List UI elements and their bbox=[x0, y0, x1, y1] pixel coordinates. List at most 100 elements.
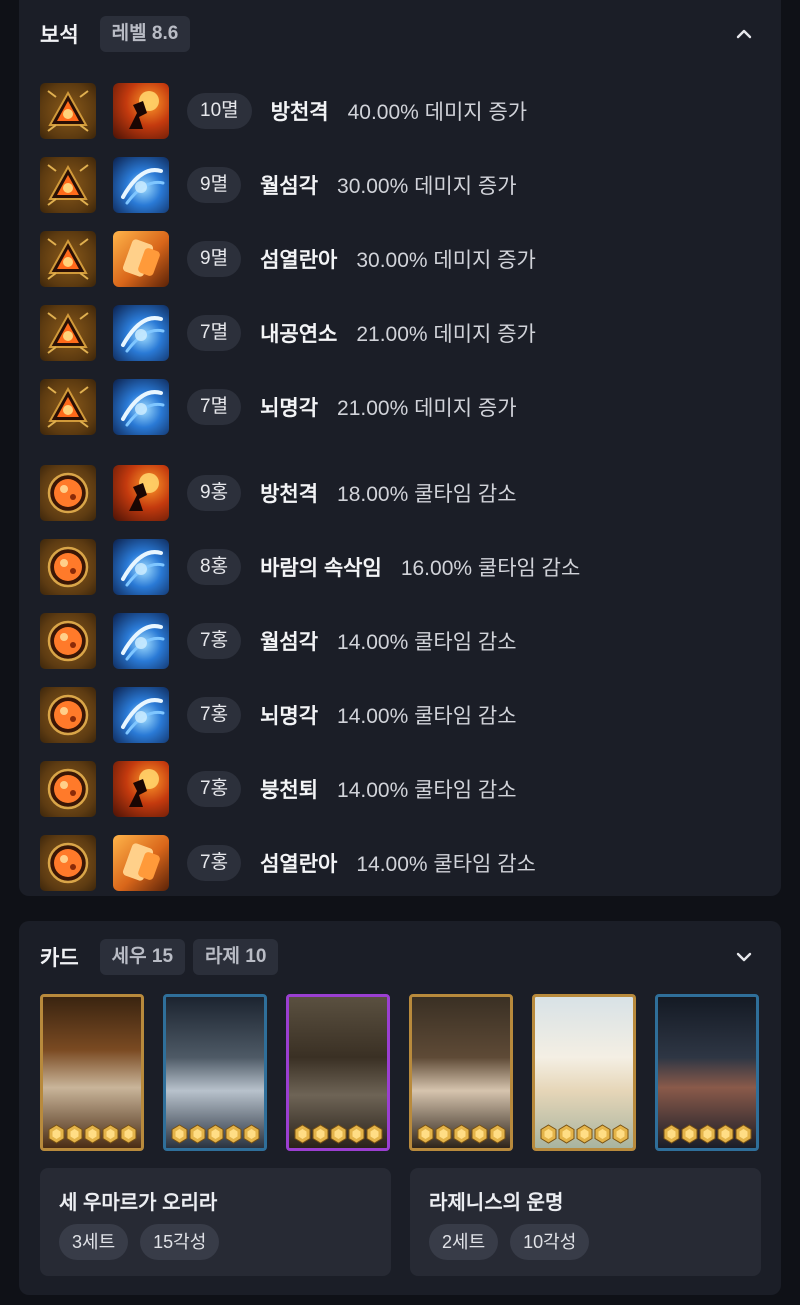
gem-icon bbox=[40, 231, 96, 287]
awakening-star-icon bbox=[243, 1124, 260, 1144]
fire-strike-skill-icon bbox=[113, 465, 169, 521]
gem-row[interactable]: 9멸 월섬각 30.00% 데미지 증가 bbox=[40, 157, 517, 213]
gem-level-badge: 7홍 bbox=[187, 771, 242, 807]
gem-effect: 30.00% 데미지 증가 bbox=[356, 249, 536, 272]
awakening-stars bbox=[535, 1124, 633, 1144]
awakening-tag: 10각성 bbox=[510, 1224, 590, 1260]
orange-fist-skill-icon bbox=[113, 231, 169, 287]
cards-title: 카드 bbox=[40, 947, 79, 970]
blue-lightning-skill-icon bbox=[113, 379, 169, 435]
gem-effect: 30.00% 데미지 증가 bbox=[337, 175, 517, 198]
chevron-down-icon[interactable] bbox=[732, 945, 756, 969]
card-set-chip: 세우 15 bbox=[99, 939, 186, 975]
card-set-tags: 2세트 10각성 bbox=[429, 1224, 590, 1260]
gem-row[interactable]: 8홍 바람의 속삭임 16.00% 쿨타임 감소 bbox=[40, 539, 580, 595]
awakening-star-icon bbox=[48, 1124, 65, 1144]
gem-effect: 14.00% 쿨타임 감소 bbox=[337, 631, 517, 654]
gem-effect: 40.00% 데미지 증가 bbox=[347, 101, 528, 124]
skill-name: 붕천퇴 bbox=[260, 779, 319, 802]
gem-row[interactable]: 7홍 월섬각 14.00% 쿨타임 감소 bbox=[40, 613, 517, 669]
gem-level-badge: 9멸 bbox=[187, 167, 242, 203]
awakening-star-icon bbox=[330, 1124, 347, 1144]
awakening-star-icon bbox=[171, 1124, 188, 1144]
gems-panel: 보석 레벨 8.6 10멸 방천격 40.00% 데미지 증가 9멸 월섬각 30.00%… bbox=[19, 0, 781, 896]
gem-row[interactable]: 9홍 방천격 18.00% 쿨타임 감소 bbox=[40, 465, 517, 521]
awakening-star-icon bbox=[699, 1124, 716, 1144]
gem-icon bbox=[40, 83, 96, 139]
awakening-star-icon bbox=[558, 1124, 575, 1144]
gem-effect: 14.00% 쿨타임 감소 bbox=[337, 779, 517, 802]
awakening-stars bbox=[289, 1124, 387, 1144]
awakening-star-icon bbox=[189, 1124, 206, 1144]
skill-name: 바람의 속삭임 bbox=[260, 557, 382, 580]
gem-effect: 21.00% 데미지 증가 bbox=[356, 323, 536, 346]
blue-crescent-skill-icon bbox=[113, 613, 169, 669]
gem-row[interactable]: 7홍 붕천퇴 14.00% 쿨타임 감소 bbox=[40, 761, 517, 817]
awakening-star-icon bbox=[735, 1124, 752, 1144]
gem-effect: 14.00% 쿨타임 감소 bbox=[337, 705, 517, 728]
skill-name: 방천격 bbox=[270, 101, 329, 124]
gem-level-badge: 9멸 bbox=[187, 241, 242, 277]
card-item[interactable] bbox=[163, 994, 267, 1151]
gem-level-badge: 7멸 bbox=[187, 315, 242, 351]
gem-effect: 16.00% 쿨타임 감소 bbox=[400, 557, 581, 580]
fire-strike-skill-icon bbox=[113, 83, 169, 139]
gem-effect: 18.00% 쿨타임 감소 bbox=[337, 483, 517, 506]
awakening-star-icon bbox=[294, 1124, 311, 1144]
gem-effect: 21.00% 데미지 증가 bbox=[337, 397, 517, 420]
blue-runner-skill-icon bbox=[113, 539, 169, 595]
cards-panel: 카드 세우 15 라제 10 세 우마르가 오리라 3세트 15각성 라제니스의… bbox=[19, 921, 781, 1295]
awakening-stars bbox=[43, 1124, 141, 1144]
gem-row[interactable]: 7멸 뇌명각 21.00% 데미지 증가 bbox=[40, 379, 517, 435]
gems-header[interactable]: 보석 레벨 8.6 bbox=[40, 16, 760, 52]
gem-row[interactable]: 9멸 섬열란아 30.00% 데미지 증가 bbox=[40, 231, 536, 287]
gem-level-badge: 7멸 bbox=[187, 389, 242, 425]
gem-level-badge: 7홍 bbox=[187, 623, 242, 659]
cards-header[interactable]: 카드 세우 15 라제 10 bbox=[40, 939, 760, 975]
card-item[interactable] bbox=[286, 994, 390, 1151]
card-set-name: 세 우마르가 오리라 bbox=[59, 1192, 218, 1214]
awakening-star-icon bbox=[225, 1124, 242, 1144]
blue-crescent-skill-icon bbox=[113, 157, 169, 213]
set-count-tag: 3세트 bbox=[59, 1224, 129, 1260]
card-item[interactable] bbox=[532, 994, 636, 1151]
awakening-star-icon bbox=[435, 1124, 452, 1144]
awakening-star-icon bbox=[453, 1124, 470, 1144]
gem-row[interactable]: 7멸 내공연소 21.00% 데미지 증가 bbox=[40, 305, 536, 361]
card-set-box[interactable]: 세 우마르가 오리라 3세트 15각성 bbox=[40, 1168, 391, 1276]
awakening-tag: 15각성 bbox=[140, 1224, 220, 1260]
card-set-box[interactable]: 라제니스의 운명 2세트 10각성 bbox=[410, 1168, 761, 1276]
set-count-tag: 2세트 bbox=[429, 1224, 499, 1260]
gem-icon bbox=[40, 613, 96, 669]
gem-icon bbox=[40, 687, 96, 743]
gem-level-badge: 7홍 bbox=[187, 697, 242, 733]
gem-row[interactable]: 10멸 방천격 40.00% 데미지 증가 bbox=[40, 83, 527, 139]
awakening-star-icon bbox=[120, 1124, 137, 1144]
card-item[interactable] bbox=[409, 994, 513, 1151]
gem-icon bbox=[40, 539, 96, 595]
awakening-star-icon bbox=[663, 1124, 680, 1144]
awakening-star-icon bbox=[84, 1124, 101, 1144]
gem-row[interactable]: 7홍 뇌명각 14.00% 쿨타임 감소 bbox=[40, 687, 517, 743]
awakening-star-icon bbox=[366, 1124, 383, 1144]
card-item[interactable] bbox=[40, 994, 144, 1151]
awakening-star-icon bbox=[594, 1124, 611, 1144]
skill-name: 뇌명각 bbox=[260, 397, 319, 420]
chevron-up-icon[interactable] bbox=[732, 22, 756, 46]
awakening-star-icon bbox=[312, 1124, 329, 1144]
awakening-star-icon bbox=[540, 1124, 557, 1144]
gem-icon bbox=[40, 761, 96, 817]
awakening-star-icon bbox=[717, 1124, 734, 1144]
skill-name: 뇌명각 bbox=[260, 705, 319, 728]
skill-name: 섬열란아 bbox=[260, 853, 338, 876]
gem-row[interactable]: 7홍 섬열란아 14.00% 쿨타임 감소 bbox=[40, 835, 536, 891]
awakening-star-icon bbox=[471, 1124, 488, 1144]
awakening-star-icon bbox=[207, 1124, 224, 1144]
awakening-star-icon bbox=[417, 1124, 434, 1144]
skill-name: 내공연소 bbox=[260, 323, 338, 346]
skill-name: 월섬각 bbox=[260, 175, 319, 198]
card-item[interactable] bbox=[655, 994, 759, 1151]
orange-fist-skill-icon bbox=[113, 835, 169, 891]
gem-icon bbox=[40, 379, 96, 435]
card-set-chip: 라제 10 bbox=[193, 939, 279, 975]
